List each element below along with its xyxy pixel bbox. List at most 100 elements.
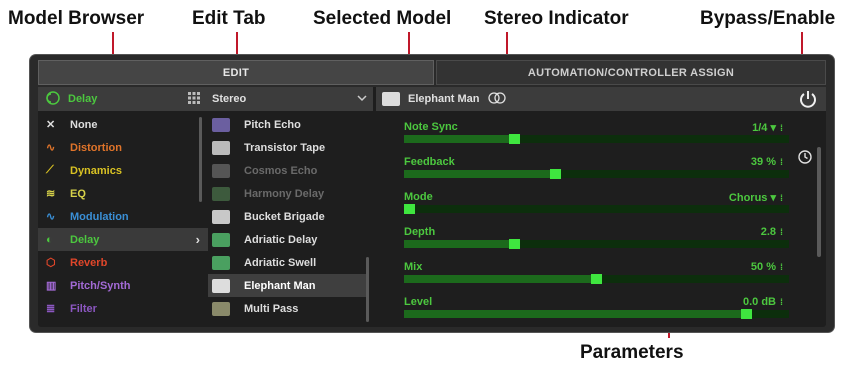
model-item[interactable]: Pitch Echo [208, 113, 368, 136]
none-icon: ✕ [46, 119, 56, 131]
parameter-label: Depth [404, 226, 436, 238]
parameter-value-text: 1/4 ▾ [752, 122, 776, 134]
parameter-row: Note Sync 1/4 ▾ ⁞ [398, 113, 793, 148]
power-icon[interactable] [798, 89, 818, 109]
parameter-value[interactable]: 2.8 ⁞ [761, 226, 783, 238]
model-label: Multi Pass [244, 302, 299, 315]
model-item[interactable]: Transistor Tape [208, 136, 368, 159]
parameter-slider[interactable] [404, 169, 789, 179]
parameter-slider[interactable] [404, 134, 789, 144]
pedal-icon [212, 209, 230, 224]
tab-edit[interactable]: EDIT [38, 60, 434, 85]
clock-icon[interactable] [798, 150, 812, 164]
parameter-value[interactable]: 39 % ⁞ [751, 156, 783, 168]
stepper-icon[interactable]: ⁞ [780, 157, 783, 167]
parameter-value-text: 2.8 [760, 226, 776, 238]
parameter-row: Mode Chorus ▾ ⁞ [398, 183, 793, 218]
model-label: Adriatic Delay [244, 233, 318, 246]
grid-view-icon[interactable] [188, 91, 200, 107]
parameter-row: Feedback 39 % ⁞ [398, 148, 793, 183]
parameter-value-text: 39 % [750, 156, 776, 168]
stepper-icon[interactable]: ⁞ [780, 262, 783, 272]
category-item[interactable]: ⬡ Reverb [38, 251, 208, 274]
model-label: Harmony Delay [244, 187, 325, 200]
callout-bypass-enable: Bypass/Enable [700, 8, 836, 29]
category-item[interactable]: ∿ Distortion [38, 136, 208, 159]
category-item[interactable]: ✕ None [38, 113, 208, 136]
pedal-icon [212, 232, 230, 247]
stepper-icon[interactable]: ⁞ [780, 123, 783, 133]
callout-parameters: Parameters [580, 342, 684, 363]
parameter-label: Mode [404, 191, 433, 203]
parameter-slider[interactable] [404, 309, 789, 319]
selected-model-pedal-icon [382, 92, 400, 106]
parameter-label: Feedback [404, 156, 455, 168]
tab-automation-controller-assign[interactable]: AUTOMATION/CONTROLLER ASSIGN [436, 60, 826, 85]
slider-handle[interactable] [509, 239, 520, 249]
parameter-label: Note Sync [404, 121, 458, 133]
category-label: Reverb [70, 256, 108, 269]
category-item[interactable]: ≋ EQ [38, 182, 208, 205]
stepper-icon[interactable]: ⁞ [780, 297, 783, 307]
category-label: Modulation [70, 210, 129, 223]
callout-edit-tab: Edit Tab [192, 8, 266, 29]
category-item[interactable]: ⟋ Dynamics [38, 159, 208, 182]
pedal-icon [212, 117, 230, 132]
parameter-value-text: 50 % [750, 261, 776, 273]
category-item[interactable]: ≣ Filter [38, 297, 208, 320]
pedal-icon [212, 301, 230, 316]
callout-model-browser: Model Browser [8, 8, 145, 29]
model-item[interactable]: Bucket Brigade [208, 205, 368, 228]
stepper-icon[interactable]: ⁞ [780, 193, 783, 203]
model-item[interactable]: Cosmos Echo [208, 159, 368, 182]
parameter-slider[interactable] [404, 239, 789, 249]
dynamics-icon: ⟋ [46, 164, 54, 176]
parameter-slider[interactable] [404, 204, 789, 214]
chevron-down-icon [357, 93, 367, 105]
category-item[interactable]: ▥ Pitch/Synth [38, 274, 208, 297]
category-item[interactable]: ◐ Delay › [38, 228, 208, 251]
subcategory-dropdown[interactable]: Stereo [208, 87, 373, 111]
slider-handle[interactable] [550, 169, 561, 179]
model-item[interactable]: Elephant Man [208, 274, 368, 297]
model-item[interactable]: Adriatic Swell [208, 251, 368, 274]
parameter-slider[interactable] [404, 274, 789, 284]
modulation-icon: ∿ [46, 211, 56, 223]
selected-model-name: Elephant Man [408, 93, 480, 105]
slider-handle[interactable] [591, 274, 602, 284]
delay-icon: ◐ [46, 233, 53, 246]
slider-handle[interactable] [404, 204, 415, 214]
parameters-panel: Note Sync 1/4 ▾ ⁞ Feedback 39 % ⁞ Mode Chorus ▾… [398, 113, 793, 323]
slider-handle[interactable] [741, 309, 752, 319]
reverb-icon: ⬡ [46, 257, 56, 269]
pedal-icon [212, 186, 230, 201]
model-item[interactable]: Adriatic Delay [208, 228, 368, 251]
category-item[interactable]: ∿ Modulation [38, 205, 208, 228]
parameter-row: Level 0.0 dB ⁞ [398, 288, 793, 323]
parameter-row: Depth 2.8 ⁞ [398, 218, 793, 253]
parameter-value[interactable]: 1/4 ▾ ⁞ [752, 121, 783, 134]
slider-fill [404, 240, 509, 248]
category-header[interactable]: Delay [38, 87, 208, 111]
model-item[interactable]: Harmony Delay [208, 182, 368, 205]
slider-fill [404, 275, 591, 283]
parameter-label: Mix [404, 261, 423, 273]
category-header-label: Delay [68, 93, 98, 105]
editor-panel: EDIT AUTOMATION/CONTROLLER ASSIGN Delay … [30, 55, 834, 332]
slider-handle[interactable] [509, 134, 520, 144]
parameters-scrollbar[interactable] [817, 147, 821, 257]
stepper-icon[interactable]: ⁞ [780, 227, 783, 237]
parameter-value[interactable]: 50 % ⁞ [751, 261, 783, 273]
model-item[interactable]: Multi Pass [208, 297, 368, 320]
category-scrollbar[interactable] [199, 117, 202, 202]
parameter-row: Mix 50 % ⁞ [398, 253, 793, 288]
chevron-right-icon: › [195, 232, 200, 247]
parameter-value[interactable]: Chorus ▾ ⁞ [729, 191, 783, 204]
model-label: Cosmos Echo [244, 164, 318, 177]
slider-fill [404, 310, 741, 318]
pedal-icon [212, 255, 230, 270]
model-label: Bucket Brigade [244, 210, 325, 223]
model-scrollbar[interactable] [366, 257, 369, 322]
selected-model-header: Elephant Man [376, 87, 826, 111]
parameter-value[interactable]: 0.0 dB ⁞ [743, 296, 783, 308]
